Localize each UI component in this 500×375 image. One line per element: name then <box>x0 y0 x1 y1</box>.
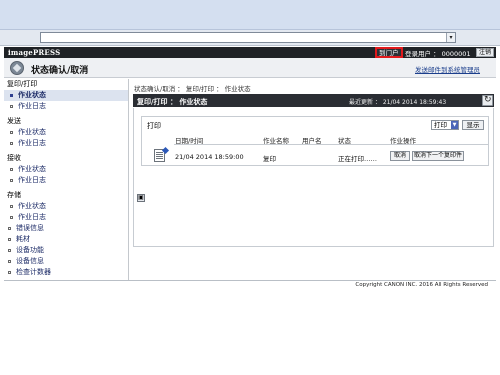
logout-button[interactable]: 注销 <box>476 48 494 57</box>
browser-titlebar <box>0 0 500 30</box>
sidebar-item-error-info[interactable]: 错误信息 <box>4 223 128 234</box>
copyright-text: Copyright CANON INC. 2016 All Rights Res… <box>355 282 488 288</box>
bullet-icon <box>8 238 11 241</box>
sidebar-item-receive-job-log[interactable]: 作业日志 <box>4 175 128 186</box>
bullet-icon <box>10 216 13 219</box>
refresh-icon[interactable] <box>482 95 493 106</box>
header-divider <box>174 144 489 145</box>
sidebar-section-send: 发送 <box>7 117 21 125</box>
sidebar-item-copy-job-status[interactable]: 作业状态 <box>4 90 128 101</box>
row-datetime: 21/04 2014 18:59:00 <box>175 153 244 161</box>
email-admin-link[interactable]: 发送邮件到系统管理员 <box>415 64 480 74</box>
sidebar-item-send-job-log[interactable]: 作业日志 <box>4 138 128 149</box>
sidebar-section-store: 存储 <box>7 191 21 199</box>
sidebar-item-copy-job-log[interactable]: 作业日志 <box>4 101 128 112</box>
sidebar-item-device-info[interactable]: 设备信息 <box>4 256 128 267</box>
bullet-icon <box>10 142 13 145</box>
bullet-icon <box>8 271 11 274</box>
list-label: 打印 <box>147 122 161 130</box>
sidebar-item-send-job-status[interactable]: 作业状态 <box>4 127 128 138</box>
url-dropdown-icon[interactable]: ▾ <box>446 33 455 42</box>
last-updated: 最近更新 ： 21/04 2014 18:59:43 <box>349 99 447 106</box>
sidebar-item-store-job-log[interactable]: 作业日志 <box>4 212 128 223</box>
status-icon <box>10 61 24 75</box>
bullet-icon <box>8 260 11 263</box>
bullet-icon <box>10 94 13 97</box>
bullet-icon <box>10 105 13 108</box>
app-name: imagePRESS <box>8 48 61 57</box>
bullet-icon <box>8 249 11 252</box>
show-button[interactable]: 显示 <box>462 120 484 130</box>
job-list: 打印 打印 ▼ 显示 日期/时间 作业名称 用户名 状态 作业操作 21/04 … <box>141 116 489 166</box>
row-status: 正在打印…… <box>338 155 377 163</box>
print-job-icon <box>154 149 165 162</box>
sidebar-item-store-job-status[interactable]: 作业状态 <box>4 201 128 212</box>
page-navigation-icon[interactable]: ▣ <box>137 194 145 202</box>
job-type-select[interactable]: 打印 ▼ <box>431 120 459 130</box>
panel-title: 复印/打印 ： 作业状态 <box>137 98 208 106</box>
sidebar-section-copy-print: 复印/打印 <box>7 80 38 88</box>
url-field[interactable]: ▾ <box>40 32 456 43</box>
cancel-button[interactable]: 取消 <box>390 151 410 161</box>
panel-header: 复印/打印 ： 作业状态 最近更新 ： 21/04 2014 18:59:43 <box>133 94 494 107</box>
sidebar-item-receive-job-status[interactable]: 作业状态 <box>4 164 128 175</box>
bullet-icon <box>8 227 11 230</box>
app-header: imagePRESS 到门户 登录用户 ： 0000001 注销 <box>4 47 496 58</box>
sidebar-section-receive: 接收 <box>7 154 21 162</box>
bullet-icon <box>10 168 13 171</box>
chevron-down-icon: ▼ <box>451 121 458 129</box>
sidebar: 复印/打印 作业状态 作业日志 发送 作业状态 作业日志 接收 作业状态 作业日… <box>4 79 129 280</box>
panel-body: 打印 打印 ▼ 显示 日期/时间 作业名称 用户名 状态 作业操作 21/04 … <box>133 108 494 247</box>
browser-address-bar: ▾ <box>0 30 500 46</box>
bullet-icon <box>10 131 13 134</box>
main-content: 状态确认/取消 ： 复印/打印 ： 作业状态 复印/打印 ： 作业状态 最近更新… <box>131 79 496 280</box>
sidebar-item-device-functions[interactable]: 设备功能 <box>4 245 128 256</box>
bullet-icon <box>10 179 13 182</box>
page-titlebar: 状态确认/取消 发送邮件到系统管理员 <box>4 58 496 78</box>
page-title: 状态确认/取消 <box>31 66 89 76</box>
login-user-label: 登录用户 ： 0000001 <box>405 50 471 58</box>
footer-divider <box>4 280 496 281</box>
portal-button[interactable]: 到门户 <box>375 47 403 58</box>
bullet-icon <box>10 205 13 208</box>
empty-area <box>0 292 500 375</box>
sidebar-item-check-counter[interactable]: 检查计数器 <box>4 267 128 278</box>
sidebar-item-consumables[interactable]: 耗材 <box>4 234 128 245</box>
cancel-next-copy-button[interactable]: 取消下一个复印件 <box>412 151 464 161</box>
row-job-name: 复印 <box>263 155 276 163</box>
breadcrumb: 状态确认/取消 ： 复印/打印 ： 作业状态 <box>134 85 251 93</box>
